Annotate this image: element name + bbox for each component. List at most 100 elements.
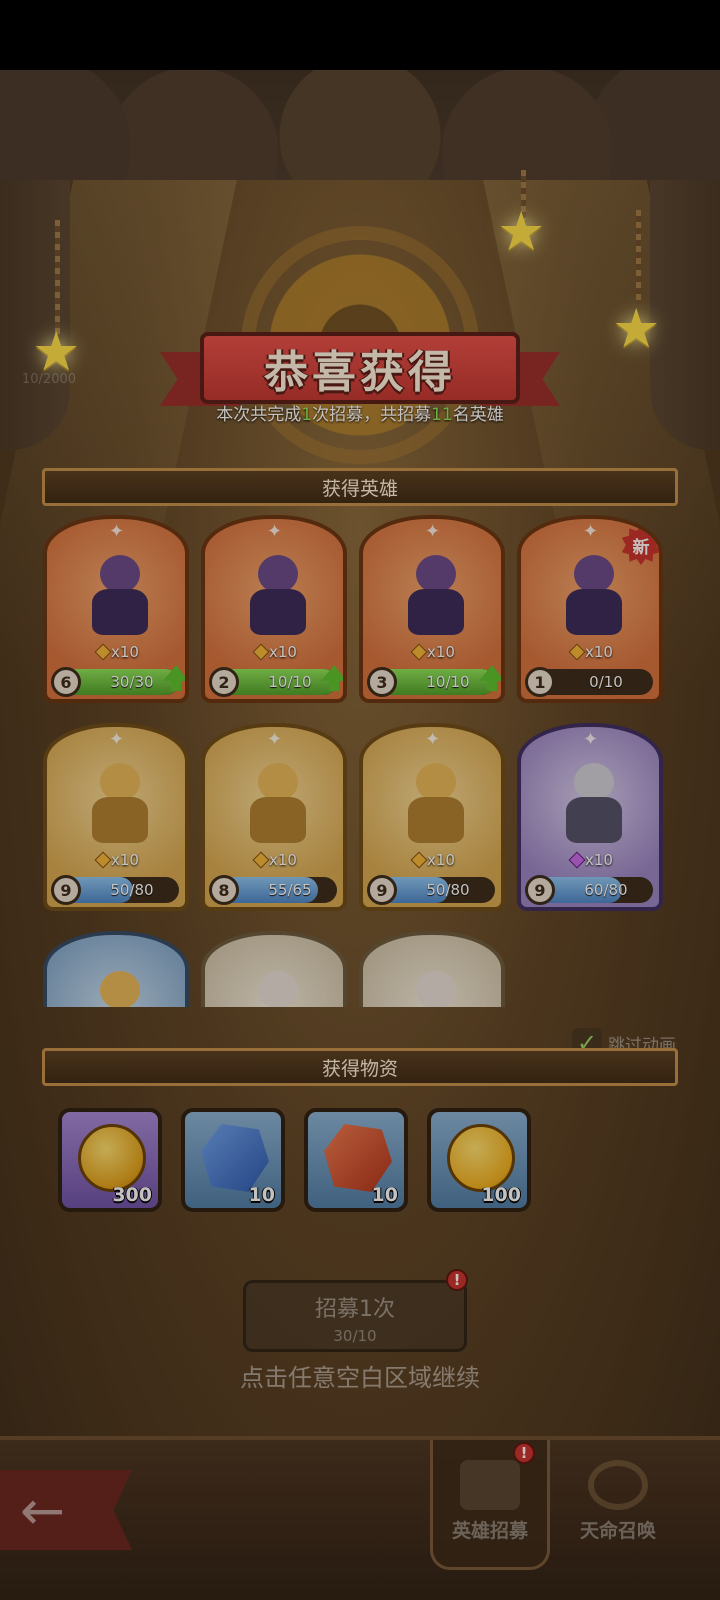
sparkle-icon: ✦ xyxy=(267,729,283,750)
summary-mid: 次招募，共招募 xyxy=(312,405,432,425)
recruit-button-label: 招募1次 xyxy=(315,1297,395,1322)
hero-portrait xyxy=(238,971,318,1007)
items-section-title: 获得物资 xyxy=(321,1057,398,1080)
tab-hero-recruit[interactable]: 英雄招募 ! xyxy=(430,1440,550,1570)
item-slot[interactable]: 300 xyxy=(58,1108,162,1212)
hero-card[interactable]: ✦ x10 50/80 9 xyxy=(43,723,189,911)
hero-shard-count: x10 xyxy=(410,851,455,869)
faint-progress: 10/2000 xyxy=(22,372,77,387)
hero-head xyxy=(258,971,298,1007)
hero-card[interactable]: ✦ x10 60/80 9 xyxy=(517,723,663,911)
summary-suffix: 名英雄 xyxy=(452,405,504,425)
hero-card[interactable] xyxy=(201,931,347,1007)
items-row: 300 10 10 100 xyxy=(58,1108,531,1212)
sparkle-icon: ✦ xyxy=(583,729,599,750)
shard-gem-icon xyxy=(94,851,112,869)
hero-progress-text: 50/80 xyxy=(426,881,470,899)
shard-gem-icon xyxy=(410,643,428,661)
hero-portrait xyxy=(554,763,634,847)
hero-body xyxy=(408,589,464,635)
title-ribbon: 恭喜获得 xyxy=(160,322,560,412)
recruit-summary: 本次共完成1次招募，共招募11名英雄 xyxy=(0,400,720,425)
star-icon: ★ xyxy=(612,297,661,360)
hero-portrait xyxy=(396,763,476,847)
shard-count-text: x10 xyxy=(427,851,455,869)
hero-portrait xyxy=(80,971,160,1007)
hero-level-badge: 1 xyxy=(525,667,555,697)
blue-stone-icon xyxy=(201,1124,269,1192)
hero-head xyxy=(416,763,456,801)
hero-card[interactable]: ✦ x10 55/65 8 xyxy=(201,723,347,911)
item-slot[interactable]: 100 xyxy=(427,1108,531,1212)
hero-portrait xyxy=(238,555,318,639)
sparkle-icon: ✦ xyxy=(425,521,441,542)
recruit-count: 1 xyxy=(301,405,313,425)
hero-card[interactable] xyxy=(43,931,189,1007)
hero-level-badge: 3 xyxy=(367,667,397,697)
hero-card[interactable] xyxy=(359,931,505,1007)
hero-head xyxy=(574,555,614,593)
hero-head xyxy=(574,763,614,801)
hero-card[interactable]: ✦ x10 10/10 3 xyxy=(359,515,505,703)
recruit-once-button[interactable]: 招募1次 30/10 ! xyxy=(243,1269,468,1352)
hero-body xyxy=(566,797,622,843)
recruit-result-screen[interactable]: ★ ★ ★ 10/2000 恭喜获得 本次共完成1次招募，共招募11名英雄 获得… xyxy=(0,70,720,1600)
star-icon: ★ xyxy=(497,200,546,263)
sparkle-icon: ✦ xyxy=(109,729,125,750)
item-count: 10 xyxy=(371,1184,398,1206)
gear-icon xyxy=(588,1460,648,1510)
hero-card[interactable]: ✦ x10 50/80 9 xyxy=(359,723,505,911)
tab-hero-recruit-label: 英雄招募 xyxy=(451,1520,528,1542)
train-icon xyxy=(460,1460,520,1510)
hero-card[interactable]: ✦ x10 10/10 2 xyxy=(201,515,347,703)
shard-gem-icon xyxy=(252,643,270,661)
hero-body xyxy=(408,797,464,843)
heroes-section-title: 获得英雄 xyxy=(321,477,398,500)
back-button[interactable]: ← xyxy=(0,1470,132,1550)
spade-coin-icon xyxy=(447,1124,515,1192)
hero-body xyxy=(250,589,306,635)
rope xyxy=(636,210,641,305)
hero-shard-count: x10 xyxy=(568,851,613,869)
tab-destiny-summon-label: 天命召唤 xyxy=(579,1520,656,1542)
hero-head xyxy=(416,971,456,1007)
hero-level-badge: 9 xyxy=(51,875,81,905)
hero-level-badge: 8 xyxy=(209,875,239,905)
hero-shard-count: x10 xyxy=(568,643,613,661)
hero-head xyxy=(258,763,298,801)
hero-body xyxy=(92,797,148,843)
alert-badge-icon: ! xyxy=(513,1442,535,1464)
shard-gem-icon xyxy=(568,643,586,661)
item-slot[interactable]: 10 xyxy=(304,1108,408,1212)
hero-portrait xyxy=(80,555,160,639)
shard-gem-icon xyxy=(410,851,428,869)
upgrade-arrow-icon xyxy=(321,665,343,693)
hero-body xyxy=(92,589,148,635)
shard-count-text: x10 xyxy=(427,643,455,661)
shard-count-text: x10 xyxy=(585,643,613,661)
hero-head xyxy=(416,555,456,593)
hero-portrait xyxy=(396,971,476,1007)
continue-hint: 点击任意空白区域继续 xyxy=(240,1364,480,1392)
shard-gem-icon xyxy=(568,851,586,869)
hero-shard-count: x10 xyxy=(94,851,139,869)
tab-destiny-summon[interactable]: 天命召唤 xyxy=(558,1440,678,1570)
hero-card[interactable]: ✦ x10 30/30 6 xyxy=(43,515,189,703)
hero-count: 11 xyxy=(431,405,453,425)
hero-card[interactable]: ✦ x10 0/10 1 新 xyxy=(517,515,663,703)
hero-head xyxy=(100,971,140,1007)
status-bar xyxy=(0,0,720,70)
recruit-button-cost: 30/10 xyxy=(333,1327,377,1345)
back-arrow-icon: ← xyxy=(20,1478,66,1542)
hero-portrait xyxy=(238,763,318,847)
hero-grid[interactable]: ✦ x10 30/30 6 ✦ x10 10/10 2 ✦ x10 10/10 3 ✦ x10 0/10 1 新… xyxy=(0,515,720,1007)
upgrade-arrow-icon xyxy=(163,665,185,693)
smiley-coin-icon xyxy=(78,1124,146,1192)
shard-gem-icon xyxy=(94,643,112,661)
item-slot[interactable]: 10 xyxy=(181,1108,285,1212)
hero-body xyxy=(250,797,306,843)
shard-count-text: x10 xyxy=(111,851,139,869)
heroes-section-header: 获得英雄 xyxy=(42,468,678,506)
hero-progress-text: 55/65 xyxy=(268,881,312,899)
hero-progress-text: 50/80 xyxy=(110,881,154,899)
